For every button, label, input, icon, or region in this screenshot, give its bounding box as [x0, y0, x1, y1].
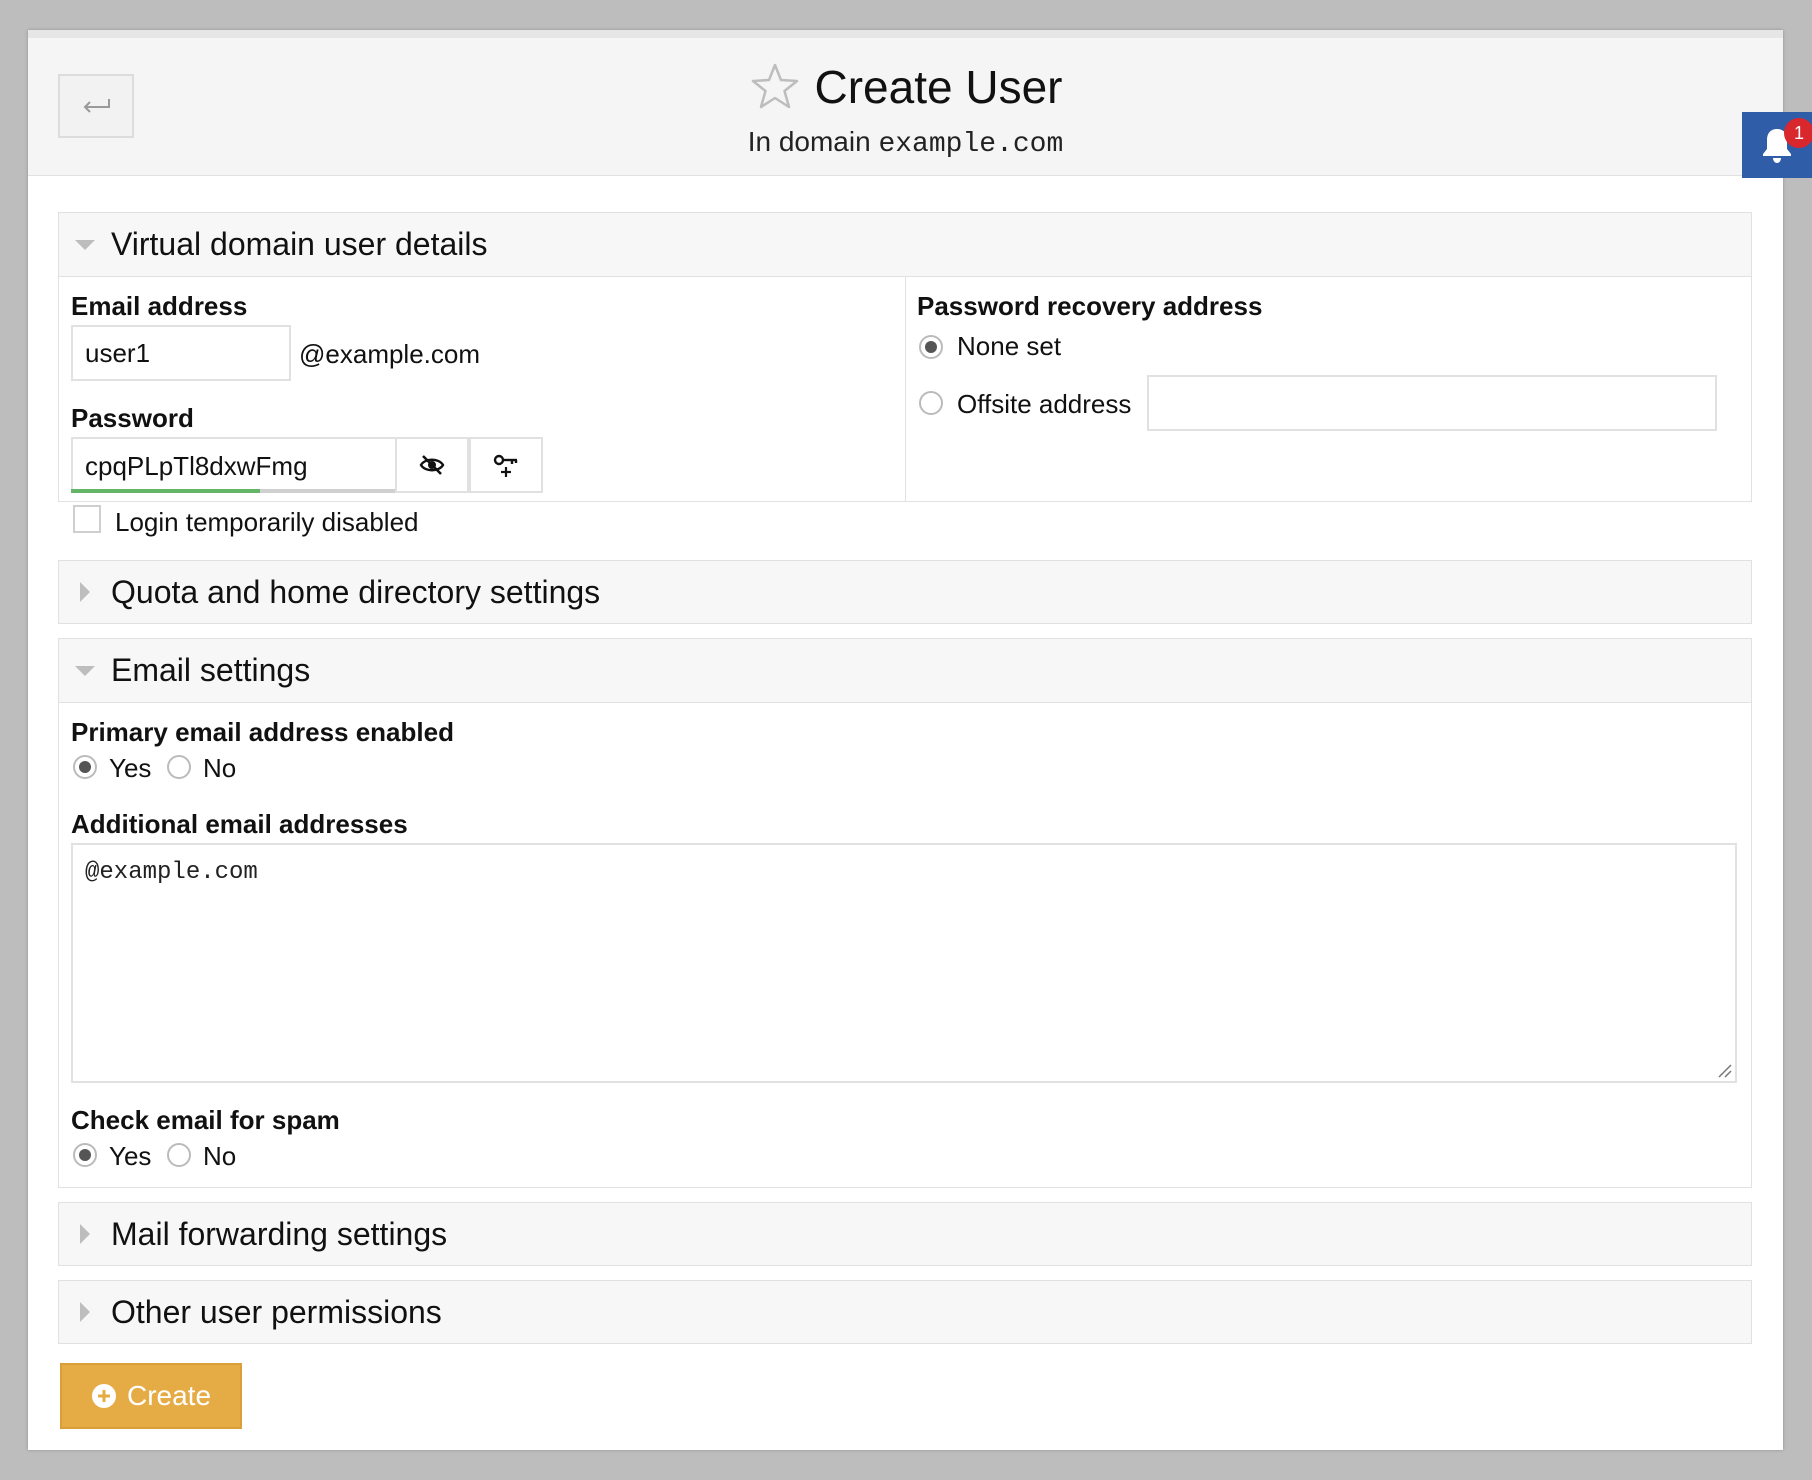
notification-count-badge: 1 — [1784, 118, 1812, 148]
key-plus-icon — [493, 454, 518, 477]
section-user-details: Virtual domain user details Email addres… — [58, 212, 1752, 537]
spam-yes-label: Yes — [109, 1141, 152, 1171]
section-header-user-details[interactable]: Virtual domain user details — [59, 213, 1751, 277]
section-header-forwarding[interactable]: Mail forwarding settings — [59, 1203, 1751, 1265]
spam-yes-radio[interactable] — [73, 1143, 97, 1167]
spam-check-label: Check email for spam — [71, 1105, 340, 1135]
section-title: Other user permissions — [111, 1293, 442, 1330]
additional-email-label: Additional email addresses — [71, 809, 408, 839]
plus-circle-icon — [91, 1384, 116, 1408]
login-disabled-label: Login temporarily disabled — [115, 507, 419, 537]
recovery-offsite-label: Offsite address — [957, 389, 1132, 419]
recovery-none-label: None set — [957, 331, 1062, 361]
domain-name: example.com — [878, 129, 1064, 160]
section-email-settings: Email settings Primary email address ena… — [58, 638, 1752, 1188]
eye-slash-icon — [419, 455, 445, 475]
page-title: Create User — [814, 61, 1063, 113]
recovery-offsite-input[interactable] — [1147, 375, 1717, 431]
subtitle-prefix: In domain — [747, 126, 871, 157]
password-label: Password — [71, 403, 194, 433]
chevron-right-icon — [80, 582, 90, 602]
login-disabled-checkbox[interactable] — [73, 505, 101, 533]
primary-no-label: No — [203, 753, 237, 783]
recovery-none-radio[interactable] — [919, 335, 943, 359]
chevron-down-icon — [75, 239, 95, 250]
page-subtitle: In domain example.com — [28, 126, 1783, 160]
section-header-email-settings[interactable]: Email settings — [59, 639, 1751, 703]
additional-email-value: @example.com — [85, 859, 258, 886]
generate-password-button[interactable] — [469, 437, 543, 493]
chevron-right-icon — [80, 1224, 90, 1244]
chevron-down-icon — [75, 665, 95, 676]
password-input[interactable]: cpqPLpTl8dxwFmg — [71, 437, 397, 493]
notifications-button[interactable]: 1 — [1742, 112, 1812, 178]
title-row: Create User — [28, 60, 1783, 114]
chevron-right-icon — [80, 1302, 90, 1322]
email-domain-suffix: @example.com — [299, 339, 481, 369]
section-title: Virtual domain user details — [111, 226, 488, 262]
recovery-label: Password recovery address — [917, 291, 1263, 321]
resize-grip-icon[interactable] — [1717, 1063, 1733, 1079]
create-button-label: Create — [126, 1380, 212, 1411]
star-icon[interactable] — [749, 61, 801, 113]
additional-email-textarea[interactable]: @example.com — [71, 843, 1737, 1083]
column-divider — [905, 277, 906, 501]
email-label: Email address — [71, 291, 248, 321]
email-input[interactable]: user1 — [71, 325, 291, 381]
section-header-permissions[interactable]: Other user permissions — [59, 1281, 1751, 1343]
section-title: Mail forwarding settings — [111, 1215, 448, 1252]
section-forwarding: Mail forwarding settings — [58, 1202, 1752, 1266]
main-panel: Create User In domain example.com Virtua… — [28, 30, 1783, 1450]
spam-no-label: No — [203, 1141, 237, 1171]
section-permissions: Other user permissions — [58, 1280, 1752, 1344]
page-header: Create User In domain example.com — [28, 38, 1783, 176]
recovery-offsite-radio[interactable] — [919, 391, 943, 415]
section-quota: Quota and home directory settings — [58, 560, 1752, 624]
toggle-password-visibility-button[interactable] — [395, 437, 469, 493]
password-strength-bar — [71, 489, 397, 493]
section-header-quota[interactable]: Quota and home directory settings — [59, 561, 1751, 623]
primary-yes-label: Yes — [109, 753, 152, 783]
primary-email-label: Primary email address enabled — [71, 717, 454, 747]
create-button[interactable]: Create — [60, 1363, 242, 1429]
section-title: Email settings — [111, 652, 311, 688]
primary-yes-radio[interactable] — [73, 755, 97, 779]
password-strength-fill — [71, 489, 261, 493]
section-title: Quota and home directory settings — [111, 573, 601, 610]
spam-no-radio[interactable] — [167, 1143, 191, 1167]
primary-no-radio[interactable] — [167, 755, 191, 779]
